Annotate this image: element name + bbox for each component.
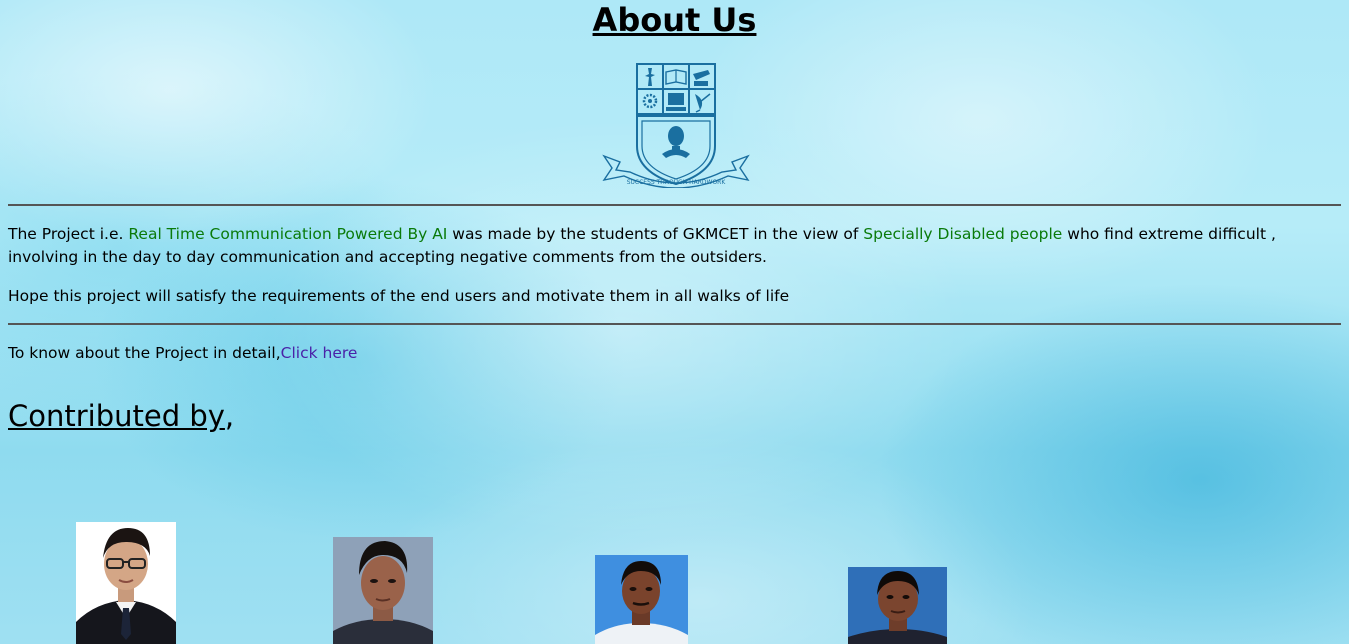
project-name: Real Time Communication Powered By AI (128, 225, 448, 243)
contributor-photo-2 (333, 537, 433, 644)
desc-prefix: The Project i.e. (8, 225, 129, 243)
contributor-photo-1 (76, 522, 176, 644)
project-hope: Hope this project will satisfy the requi… (8, 287, 790, 305)
detail-line: To know about the Project in detail,Clic… (8, 342, 1341, 365)
contributors-heading: Contributed by, (8, 399, 235, 433)
desc-middle: was made by the students of GKMCET in th… (447, 225, 864, 243)
divider-top (8, 204, 1341, 206)
contributor-photo-3 (595, 555, 688, 644)
logo-motto: SUCCESS THROUGH HARDWORK (627, 179, 727, 186)
detail-prefix: To know about the Project in detail, (8, 344, 281, 362)
contributor-photo-4 (848, 567, 947, 644)
click-here-link[interactable]: Click here (281, 344, 358, 362)
college-logo: SUCCESS THROUGH HARDWORK (600, 60, 752, 189)
project-description: The Project i.e. Real Time Communication… (8, 223, 1341, 269)
page-title: About Us (592, 1, 757, 39)
divider-bottom (8, 323, 1341, 325)
target-audience: Specially Disabled people (863, 225, 1063, 243)
